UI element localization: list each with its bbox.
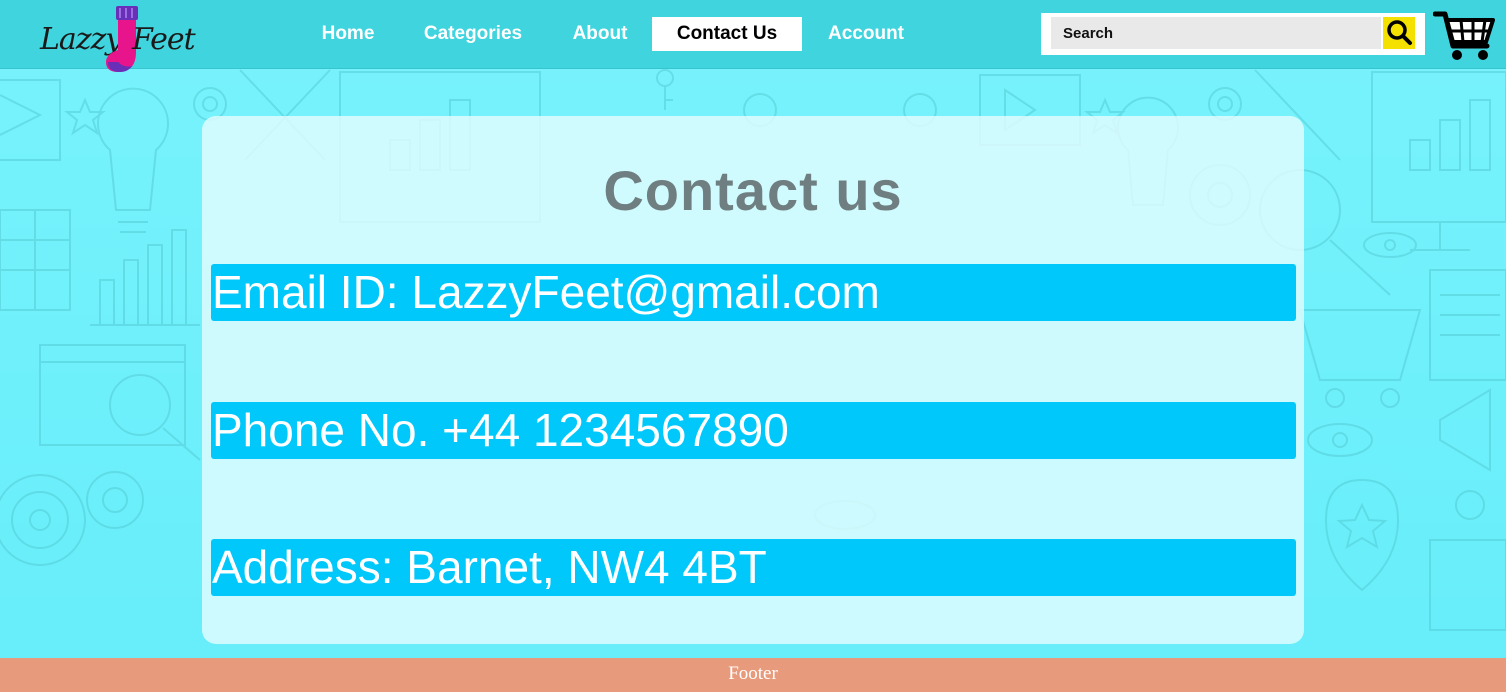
email-info: Email ID: LazzyFeet@gmail.com: [211, 264, 1296, 321]
nav-contact-us[interactable]: Contact Us: [652, 17, 802, 51]
nav-home[interactable]: Home: [304, 17, 392, 51]
search-icon: [1387, 20, 1412, 45]
search-button[interactable]: [1383, 17, 1415, 49]
page-footer: Footer: [0, 658, 1506, 692]
contact-panel: Contact us Email ID: LazzyFeet@gmail.com…: [202, 116, 1304, 644]
nav-categories[interactable]: Categories: [410, 17, 536, 51]
brand-logo[interactable]: Lazzy Feet: [36, 4, 196, 76]
top-navigation-bar: Lazzy Feet Home Categories About Contact…: [0, 0, 1506, 72]
nav-about[interactable]: About: [556, 17, 644, 51]
logo-text-right: Feet: [132, 22, 196, 57]
nav-account[interactable]: Account: [812, 17, 920, 51]
phone-info: Phone No. +44 1234567890: [211, 402, 1296, 459]
search-input[interactable]: [1051, 17, 1381, 49]
address-info: Address: Barnet, NW4 4BT: [211, 539, 1296, 596]
cart-button[interactable]: [1432, 8, 1497, 62]
page-title: Contact us: [603, 159, 903, 222]
cart-icon: [1432, 11, 1495, 60]
search-bar: [1041, 13, 1425, 55]
